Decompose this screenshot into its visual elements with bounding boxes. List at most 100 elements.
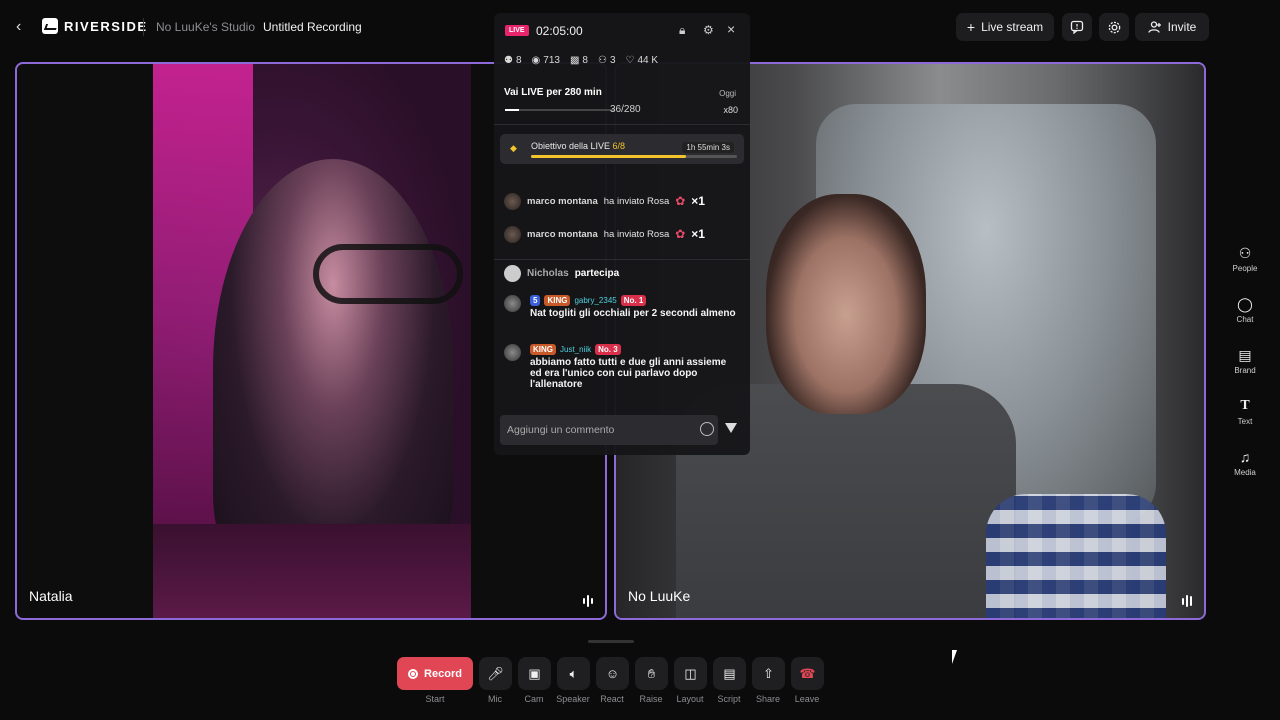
add-user-icon xyxy=(1148,21,1161,33)
participant-name: Natalia xyxy=(29,588,73,604)
gift-event: marco montana ha inviato Rosa ✿ ×1 xyxy=(504,190,705,212)
sidebar-item-label: Chat xyxy=(1236,315,1254,324)
today-label: Oggi xyxy=(719,89,736,98)
join-action: partecipa xyxy=(574,268,620,279)
live-goal-title: Vai LIVE per 280 min xyxy=(504,87,602,98)
layout-button[interactable]: ◫ xyxy=(674,657,707,690)
add-user-icon: ⚇ xyxy=(597,55,607,66)
join-user: Nicholas xyxy=(527,268,569,279)
recording-title[interactable]: Untitled Recording xyxy=(263,20,362,34)
react-button[interactable]: ☺ xyxy=(596,657,629,690)
back-arrow-icon[interactable]: ‹ xyxy=(16,17,32,37)
react-icon: ☺ xyxy=(605,666,620,681)
drag-handle[interactable] xyxy=(588,640,634,643)
comment-meta: 5 KING gabry_2345 No. 1 xyxy=(504,295,739,306)
speaker-icon: 🔈︎ xyxy=(569,665,578,681)
close-icon[interactable]: × xyxy=(727,21,735,37)
invite-button[interactable]: Invite xyxy=(1135,13,1209,41)
script-button[interactable]: ▤ xyxy=(713,657,746,690)
join-event: Nicholas partecipa xyxy=(504,265,619,282)
king-badge: KING xyxy=(544,295,571,306)
avatar xyxy=(504,265,521,282)
lock-icon[interactable]: 🔒︎ xyxy=(679,23,685,38)
leave-button[interactable]: ☎ xyxy=(791,657,824,690)
gift-event: marco montana ha inviato Rosa ✿ ×1 xyxy=(504,223,705,245)
sidebar-item-people[interactable]: ⚇ People xyxy=(1222,245,1268,283)
leave-icon: ☎ xyxy=(799,665,816,681)
video-foreground xyxy=(986,494,1166,618)
stat-guests: ⚉ 8 xyxy=(504,55,522,66)
share-button[interactable]: ⇧ xyxy=(752,657,785,690)
sidebar-item-media[interactable]: ♫ Media xyxy=(1222,449,1268,487)
feedback-button[interactable] xyxy=(1062,13,1092,41)
record-button[interactable]: Record xyxy=(397,657,473,690)
gear-icon xyxy=(1108,21,1120,33)
live-stream-panel: LIVE 02:05:00 🔒︎ ⚙︎ × ⚉ 8 ◉ 713 ▩ 8 ⚇ 3 ♡ 44 … xyxy=(494,13,750,455)
riverside-logo: RIVERSIDE xyxy=(42,18,148,34)
comment-input[interactable] xyxy=(500,415,718,445)
gift-user: marco montana xyxy=(527,228,598,240)
objective-progress xyxy=(531,155,737,158)
comment-user: gabry_2345 xyxy=(574,296,617,305)
camera-icon: ▣ xyxy=(528,665,541,681)
record-label: Record xyxy=(424,667,462,680)
raise-hand-button[interactable]: ✋︎ xyxy=(635,657,668,690)
bottom-controls: Record Start 🎤︎ Mic ▣ Cam 🔈︎ Speaker ☺ R… xyxy=(0,656,1280,716)
layout-icon: ◫ xyxy=(684,665,697,681)
plus-icon: + xyxy=(966,19,976,35)
comment-input-wrapper xyxy=(500,415,718,445)
record-icon xyxy=(408,668,419,679)
avatar xyxy=(504,344,521,361)
divider xyxy=(494,259,750,260)
sidebar-item-label: Brand xyxy=(1234,366,1256,375)
chat-comment: KING Just_niik No. 3 abbiamo fatto tutti… xyxy=(504,344,739,390)
divider xyxy=(143,18,144,36)
stat-joins: ⚇ 3 xyxy=(597,55,616,66)
sidebar-item-text[interactable]: T Text xyxy=(1222,398,1268,436)
cam-button[interactable]: ▣ xyxy=(518,657,551,690)
sidebar-item-label: People xyxy=(1232,264,1258,273)
objective-timer: 1h 55min 3s xyxy=(682,142,734,153)
level-badge: 5 xyxy=(530,295,541,306)
feedback-icon xyxy=(1070,20,1084,34)
gift-count: ×1 xyxy=(691,227,705,241)
comment-meta: KING Just_niik No. 3 xyxy=(504,344,739,355)
people-icon: ⚉ xyxy=(504,55,513,66)
stat-gifts: ▩ 8 xyxy=(569,55,588,66)
rank-badge: No. 3 xyxy=(595,344,621,355)
sidebar-item-brand[interactable]: ▤ Brand xyxy=(1222,347,1268,385)
settings-button[interactable] xyxy=(1099,13,1129,41)
mic-icon: 🎤︎ xyxy=(487,665,504,681)
emoji-icon[interactable] xyxy=(700,422,714,436)
heart-icon: ♡ xyxy=(625,55,635,66)
chat-comment: 5 KING gabry_2345 No. 1 Nat togliti gli … xyxy=(504,295,739,319)
mic-button[interactable]: 🎤︎ xyxy=(479,657,512,690)
speaker-button[interactable]: 🔈︎ xyxy=(557,657,590,690)
send-icon[interactable] xyxy=(725,423,737,433)
riverside-logo-icon xyxy=(42,18,58,34)
divider xyxy=(494,124,750,125)
live-stream-button[interactable]: + Live stream xyxy=(956,13,1054,41)
rose-icon: ✿ xyxy=(675,194,686,208)
trophy-icon: ◆ xyxy=(510,143,517,153)
avatar xyxy=(504,225,521,243)
avatar xyxy=(504,295,521,312)
settings-icon[interactable]: ⚙︎ xyxy=(703,23,714,37)
rank-badge: No. 1 xyxy=(620,295,647,306)
participant-video xyxy=(213,159,453,579)
live-stream-label: Live stream xyxy=(981,20,1044,34)
control-label: Leave xyxy=(794,694,820,704)
studio-name[interactable]: No LuuKe's Studio xyxy=(156,20,255,34)
sidebar-item-chat[interactable]: ◯ Chat xyxy=(1222,296,1268,334)
hand-icon: ✋︎ xyxy=(647,665,656,681)
live-stats: ⚉ 8 ◉ 713 ▩ 8 ⚇ 3 ♡ 44 K xyxy=(504,55,658,66)
live-objective[interactable]: ◆ Obiettivo della LIVE 6/8 1h 55min 3s xyxy=(500,134,744,164)
eye-icon: ◉ xyxy=(531,55,541,66)
brand-icon: ▤ xyxy=(1238,346,1252,363)
invite-label: Invite xyxy=(1167,20,1197,34)
text-icon: T xyxy=(1240,398,1250,413)
sidebar-item-label: Text xyxy=(1237,417,1253,426)
stat-likes: ♡ 44 K xyxy=(625,55,659,66)
rose-icon: ✿ xyxy=(675,227,686,241)
objective-text: Obiettivo della LIVE 6/8 xyxy=(531,141,626,151)
